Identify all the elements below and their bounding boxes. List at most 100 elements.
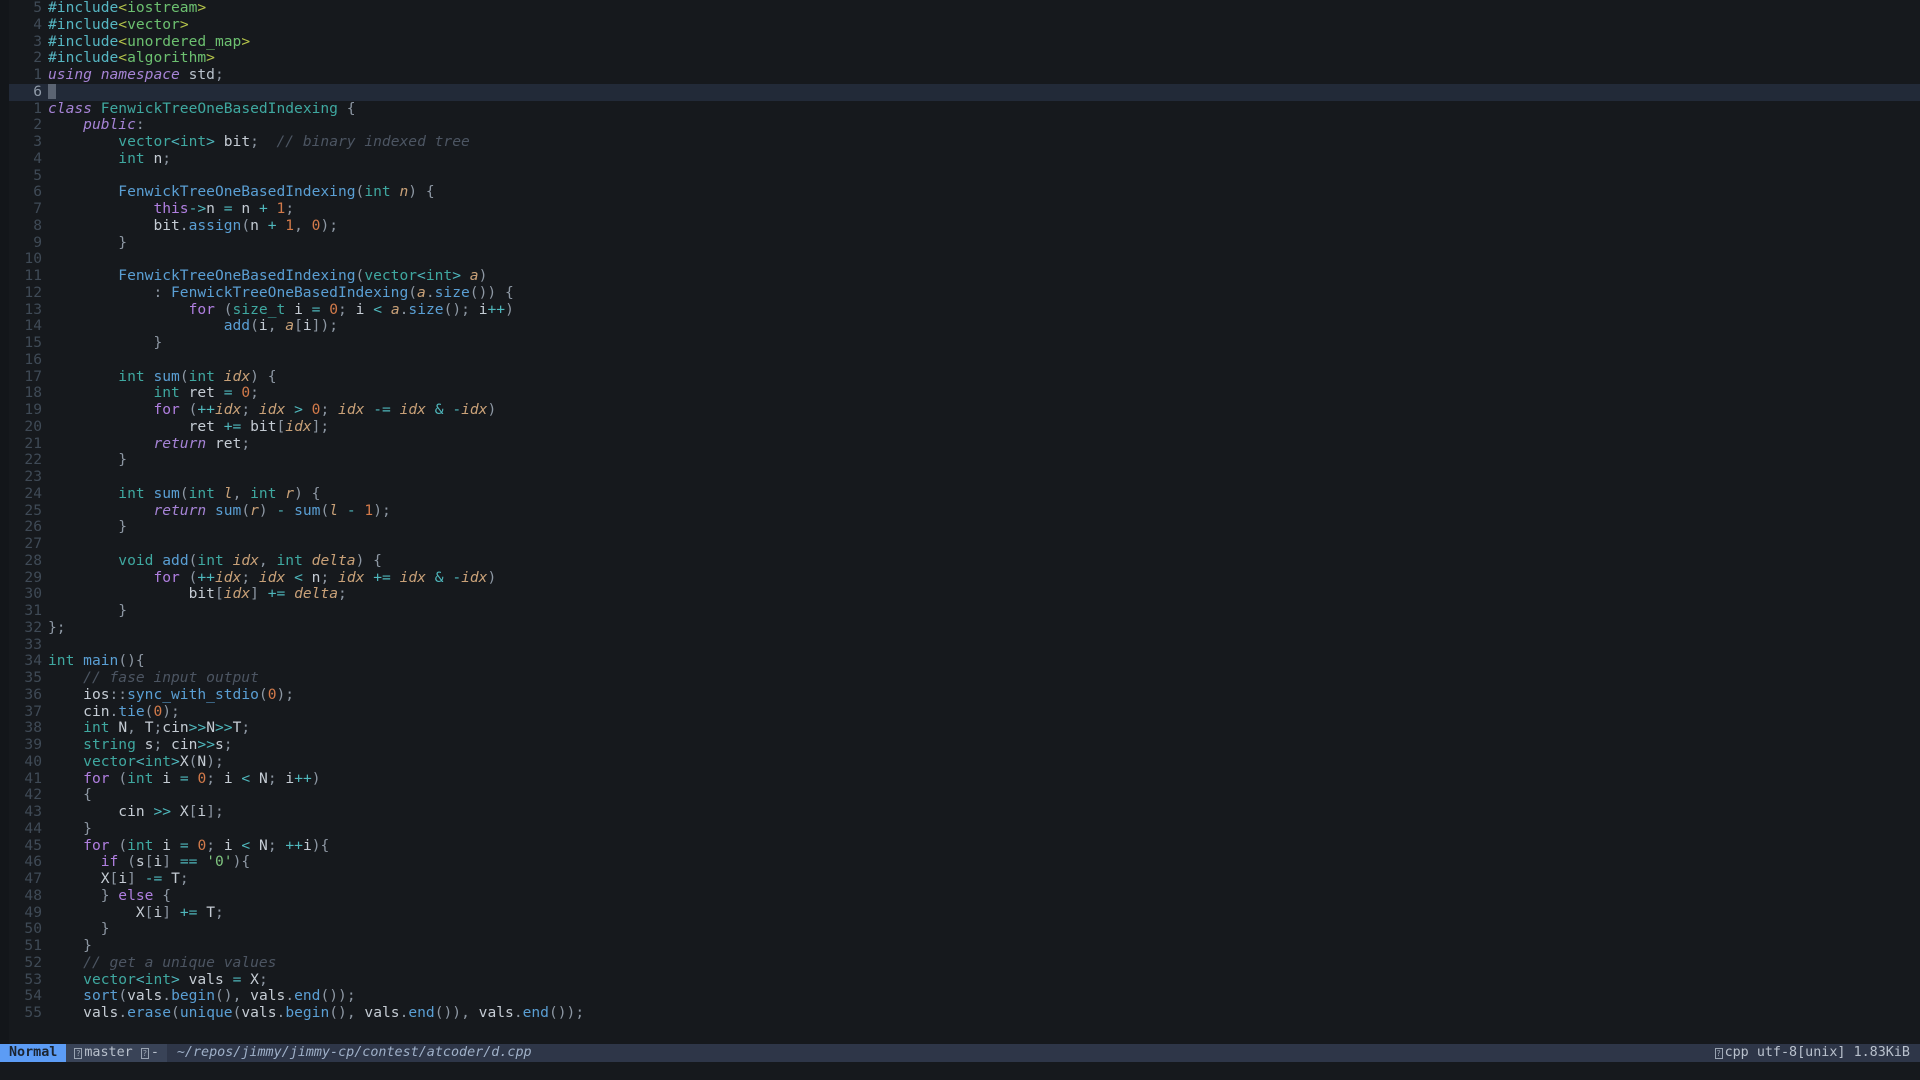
code-line[interactable]: 2 public:	[0, 116, 1920, 134]
code-line[interactable]: 19 for (++idx; idx > 0; idx -= idx & -id…	[0, 401, 1920, 419]
code-line[interactable]: 3 #include<unordered_map>	[0, 33, 1920, 51]
token-punc: ){	[232, 853, 251, 871]
token-param: idx	[258, 401, 286, 418]
code-line[interactable]: 51 }	[0, 937, 1920, 955]
code-line[interactable]: 1 class FenwickTreeOneBasedIndexing {	[0, 100, 1920, 118]
code-line[interactable]: 40 vector<int>X(N);	[0, 753, 1920, 771]
code-line[interactable]: 27	[0, 535, 1920, 553]
token-punc: )	[355, 551, 374, 569]
token-var: cin	[171, 736, 198, 753]
token-punc: ());	[548, 1004, 585, 1021]
code-line[interactable]: 44 }	[0, 820, 1920, 838]
code-line[interactable]: 48 } else {	[0, 887, 1920, 905]
token-op: +=	[373, 568, 391, 586]
code-line[interactable]: 21 return ret;	[0, 434, 1920, 453]
code-line[interactable]: 8 bit.assign(n + 1, 0);	[0, 217, 1920, 235]
code-line[interactable]: 1 using namespace std;	[0, 66, 1920, 84]
token-hdr: iostream	[127, 0, 198, 16]
token-op: >	[294, 401, 303, 418]
token-param: a	[285, 317, 295, 335]
code-line[interactable]: 16	[0, 350, 1920, 369]
code-line[interactable]: 26 }	[0, 518, 1920, 536]
code-line[interactable]: 3 vector<int> bit; // binary indexed tre…	[0, 133, 1920, 151]
editor-text-area[interactable]: 5 #include<iostream> 4 #include<vector> 3 #in…	[0, 0, 1920, 1044]
code-line[interactable]: 4 int n;	[0, 150, 1920, 168]
code-line[interactable]: 49 X[i] += T;	[0, 904, 1920, 922]
code-line[interactable]: 5 #include<iostream>	[0, 0, 1920, 17]
line-number: 16	[24, 350, 42, 368]
code-line[interactable]: 25 return sum(r) - sum(l - 1);	[0, 501, 1920, 520]
code-line[interactable]: 31 }	[0, 602, 1920, 620]
code-line[interactable]: 15 }	[0, 334, 1920, 352]
code-line[interactable]: 6	[0, 83, 1920, 101]
code-line[interactable]: 22 }	[0, 451, 1920, 469]
token-id	[215, 384, 224, 401]
code-line[interactable]: 10	[0, 250, 1920, 268]
code-line[interactable]: 23	[0, 468, 1920, 486]
diff-status: -	[150, 1044, 159, 1060]
code-line[interactable]: 20 ret += bit[idx];	[0, 418, 1920, 436]
code-lines[interactable]: 5 #include<iostream> 4 #include<vector> 3 #in…	[0, 0, 1920, 1022]
token-op: >>	[215, 719, 233, 737]
line-number: 10	[24, 250, 42, 268]
line-content: }	[48, 234, 127, 252]
code-line[interactable]: 12 : FenwickTreeOneBasedIndexing(a.size(…	[0, 284, 1920, 302]
code-line[interactable]: 7 this->n = n + 1;	[0, 200, 1920, 218]
code-line[interactable]: 13 for (size_t i = 0; i < a.size(); i++)	[0, 300, 1920, 319]
code-line[interactable]: 42 {	[0, 786, 1920, 804]
code-line[interactable]: 32};	[0, 619, 1920, 637]
line-number: 13	[24, 300, 42, 318]
code-line[interactable]: 2 #include<algorithm>	[0, 49, 1920, 67]
code-line[interactable]: 38 int N, T;cin>>N>>T;	[0, 719, 1920, 737]
code-line[interactable]: 46 if (s[i] == '0'){	[0, 853, 1920, 871]
statusline-file-info: ? cpp utf-8[unix] 1.83KiB	[1704, 1044, 1920, 1062]
token-kw: namespace	[100, 66, 180, 83]
code-line[interactable]: 35 // fase input output	[0, 669, 1920, 687]
code-line[interactable]: 28 void add(int idx, int delta) {	[0, 551, 1920, 570]
code-line[interactable]: 14 add(i, a[i]);	[0, 317, 1920, 335]
command-line[interactable]	[0, 1062, 1920, 1080]
code-line[interactable]: 54 sort(vals.begin(), vals.end());	[0, 987, 1920, 1005]
code-line[interactable]: 24 int sum(int l, int r) {	[0, 484, 1920, 503]
token-var: i	[162, 836, 172, 854]
token-id	[215, 301, 224, 318]
code-line[interactable]: 50 }	[0, 920, 1920, 938]
token-id	[48, 669, 83, 686]
token-var: vals	[127, 987, 163, 1005]
code-line[interactable]: 29 for (++idx; idx < n; idx += idx & -id…	[0, 568, 1920, 587]
code-line[interactable]: 37 cin.tie(0);	[0, 703, 1920, 721]
code-line[interactable]: 33	[0, 636, 1920, 654]
statusline-file-path: ~/repos/jimmy/jimmy-cp/contest/atcoder/d…	[166, 1044, 542, 1062]
token-id	[215, 418, 224, 435]
code-line[interactable]: 6 FenwickTreeOneBasedIndexing(int n) {	[0, 183, 1920, 201]
token-type: int	[250, 484, 277, 502]
code-line[interactable]: 34 int main(){	[0, 652, 1920, 670]
code-line[interactable]: 52 // get a unique values	[0, 954, 1920, 972]
code-line[interactable]: 11 FenwickTreeOneBasedIndexing(vector<in…	[0, 267, 1920, 285]
code-line[interactable]: 17 int sum(int idx) {	[0, 368, 1920, 386]
code-line[interactable]: 36 ios::sync_with_stdio(0);	[0, 686, 1920, 704]
code-line[interactable]: 41 for (int i = 0; i < N; i++)	[0, 769, 1920, 788]
token-type: int	[425, 267, 453, 284]
code-line[interactable]: 43 cin >> X[i];	[0, 803, 1920, 821]
token-punc: (	[241, 501, 251, 519]
code-line[interactable]: 18 int ret = 0;	[0, 384, 1920, 402]
code-line[interactable]: 55 vals.erase(unique(vals.begin(), vals.…	[0, 1004, 1920, 1022]
token-param: l	[223, 484, 233, 502]
code-line[interactable]: 53 vector<int> vals = X;	[0, 971, 1920, 989]
code-line[interactable]: 9 }	[0, 233, 1920, 252]
token-var: N	[259, 769, 268, 787]
code-line[interactable]: 47 X[i] -= T;	[0, 870, 1920, 888]
line-number: 9	[33, 233, 42, 251]
code-line[interactable]: 4 #include<vector>	[0, 16, 1920, 34]
token-id	[259, 133, 277, 150]
code-line[interactable]: 45 for (int i = 0; i < N; ++i){	[0, 836, 1920, 855]
line-content: int n;	[48, 150, 171, 168]
code-line[interactable]: 39 string s; cin>>s;	[0, 736, 1920, 754]
token-type: string	[83, 736, 136, 753]
code-line[interactable]: 30 bit[idx] += delta;	[0, 585, 1920, 603]
code-line[interactable]: 5	[0, 167, 1920, 185]
token-id	[110, 837, 119, 854]
line-number: 28	[24, 551, 42, 569]
token-var: ret	[214, 434, 242, 452]
